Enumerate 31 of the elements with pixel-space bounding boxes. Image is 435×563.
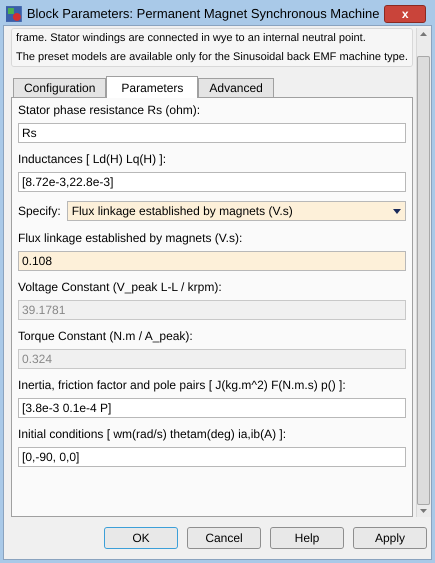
field-label: Voltage Constant (V_peak L-L / krpm): bbox=[18, 279, 223, 295]
field-label: Inertia, friction factor and pole pairs [ J(kg.m^2) F(N.m.s) p() ]: bbox=[18, 377, 347, 393]
caret-icon bbox=[392, 208, 401, 214]
scrollbar[interactable] bbox=[416, 28, 431, 517]
scroll-up-icon bbox=[420, 32, 428, 36]
tab[interactable]: Advanced bbox=[198, 78, 274, 97]
field-label: Specify: bbox=[18, 203, 61, 220]
input-field[interactable]: [3.8e-3 0.1e-4 P] bbox=[18, 398, 406, 418]
field-label: Inductances [ Ld(H) Lq(H) ]: bbox=[18, 151, 168, 167]
block-app-icon bbox=[6, 6, 22, 22]
dropdown[interactable]: Flux linkage established by magnets (V.s) bbox=[66, 201, 406, 221]
input-field[interactable]: [0,-90, 0,0] bbox=[18, 447, 406, 467]
scroll-thumb[interactable] bbox=[417, 56, 430, 505]
input-field[interactable]: [8.72e-3,22.8e-3] bbox=[18, 172, 406, 192]
close-button[interactable]: x bbox=[384, 5, 426, 23]
window-title: Block Parameters: Permanent Magnet Synchronous Machine bbox=[26, 5, 380, 24]
tab[interactable]: Parameters bbox=[106, 76, 198, 98]
dialog-button[interactable]: Apply bbox=[353, 527, 427, 549]
field-label: Initial conditions [ wm(rad/s) thetam(deg) ia,ib(A) ]: bbox=[18, 426, 288, 442]
input-field[interactable]: 0.108 bbox=[18, 251, 406, 271]
dialog-button[interactable]: Cancel bbox=[187, 527, 261, 549]
tab[interactable]: Configuration bbox=[13, 78, 106, 97]
input-field[interactable]: Rs bbox=[18, 123, 406, 143]
field-label: Stator phase resistance Rs (ohm): bbox=[18, 102, 202, 118]
dialog-button[interactable]: Help bbox=[270, 527, 344, 549]
field-label: Torque Constant (N.m / A_peak): bbox=[18, 328, 194, 344]
field-label: Flux linkage established by magnets (V.s): bbox=[18, 230, 244, 246]
scroll-down-icon bbox=[420, 509, 428, 513]
description-text: frame. Stator windings are connected in wye to an internal neutral point. bbox=[16, 31, 367, 45]
description-text: The preset models are available only for the Sinusoidal back EMF machine type. bbox=[16, 50, 408, 64]
dialog-button[interactable]: OK bbox=[104, 527, 178, 549]
